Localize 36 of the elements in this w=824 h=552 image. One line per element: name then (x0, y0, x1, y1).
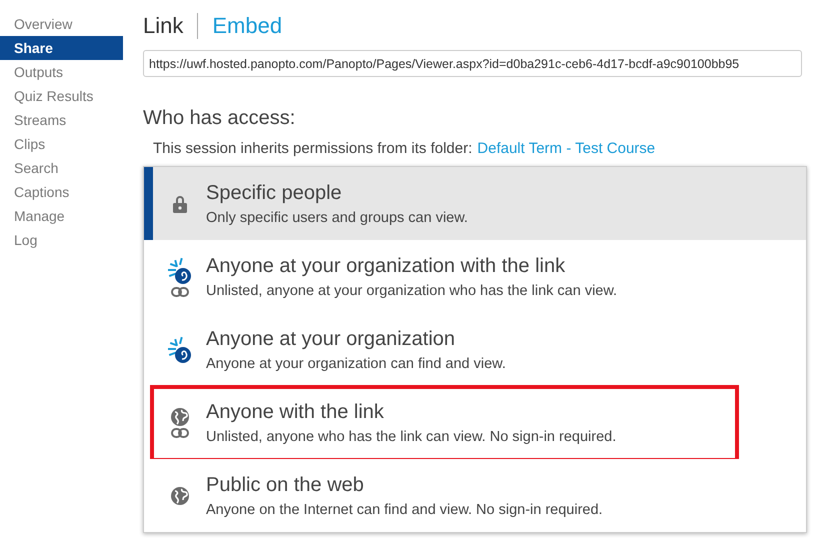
access-option[interactable]: Public on the web Anyone on the Internet can find and view. No sign-in required. (144, 459, 806, 532)
sidebar-item[interactable]: Log (0, 228, 123, 252)
sidebar-item[interactable]: Overview (0, 12, 123, 36)
sidebar-item[interactable]: Outputs (0, 60, 123, 84)
sidebar-item[interactable]: Captions (0, 180, 123, 204)
url-field[interactable]: https://uwf.hosted.panopto.com/Panopto/Pages/Viewer.aspx?id=d0ba291c-ceb6-4d17-bcdf-a9c90100bb95 (143, 50, 802, 77)
nautilus-icon (168, 336, 192, 364)
option-title: Specific people (206, 182, 343, 204)
lock-icon (172, 194, 186, 212)
option-description: Unlisted, anyone who has the link can view. No sign-in required. (206, 428, 616, 444)
access-option[interactable]: Anyone with the link Unlisted, anyone who has the link can view. No sign-in required. (144, 386, 806, 459)
option-description: Anyone at your organization can find and view. (206, 356, 506, 372)
option-description: Only specific users and groups can view. (206, 210, 468, 226)
inherit-text: This session inherits permissions from its folder: (153, 140, 472, 157)
sidebar-item[interactable]: Streams (0, 108, 123, 132)
sidebar-item[interactable]: Share (0, 36, 123, 60)
folder-link[interactable]: Default Term - Test Course (477, 140, 656, 157)
option-title: Anyone at your organization (206, 328, 456, 350)
globe-icon (170, 408, 188, 426)
option-title: Anyone at your organization with the link (206, 254, 566, 278)
sidebar-item[interactable]: Search (0, 156, 123, 180)
option-title: Anyone with the link (206, 400, 385, 424)
nautilus-icon (168, 256, 192, 284)
access-option[interactable]: Specific people Only specific users and groups can view. (144, 167, 806, 240)
sidebar-item[interactable]: Quiz Results (0, 84, 123, 108)
tab[interactable]: Link (143, 13, 184, 39)
section-heading: Who has access: (143, 107, 296, 130)
globe-icon (170, 486, 188, 504)
option-description: Anyone on the Internet can find and view. No sign-in required. (206, 502, 603, 518)
access-option[interactable]: Anyone at your organization Anyone at your organization can find and view. (144, 313, 806, 386)
option-description: Unlisted, anyone at your organization who has the link can view. (206, 282, 618, 298)
option-title: Public on the web (206, 474, 365, 496)
tab[interactable]: Embed (212, 13, 282, 39)
access-option[interactable]: Anyone at your organization with the link Unlisted, anyone at your organization who has the link can view. (144, 240, 806, 313)
sidebar-item[interactable]: Manage (0, 204, 123, 228)
sidebar-item[interactable]: Clips (0, 132, 123, 156)
